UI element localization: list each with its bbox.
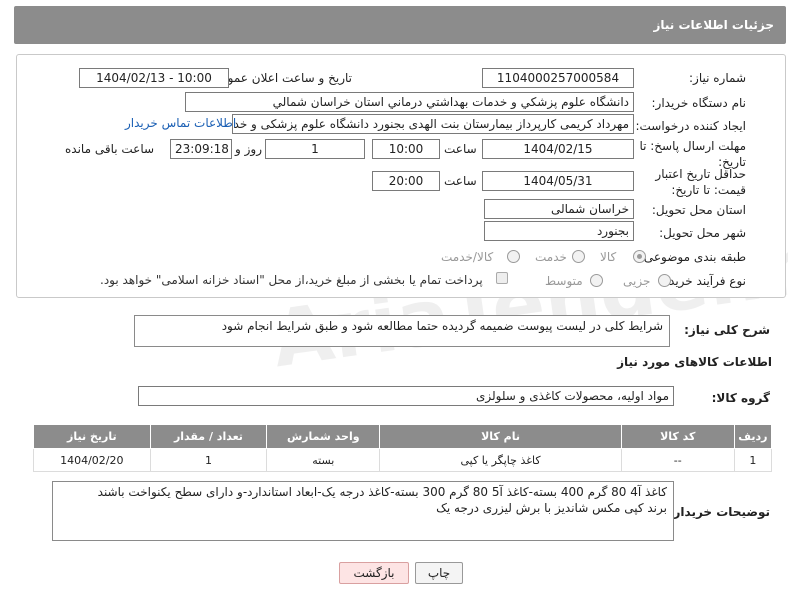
col-row: ردیف	[733, 424, 773, 449]
col-name: نام کالا	[379, 424, 622, 449]
buyer-contact-link[interactable]: اطلاعات تماس خریدار	[125, 116, 236, 130]
creator-field[interactable]: مهرداد کریمی کارپرداز بیمارستان بنت الهد…	[232, 114, 634, 134]
category-radio-goods[interactable]	[633, 250, 646, 263]
cell-quantity: 1	[149, 448, 268, 472]
col-quantity: تعداد / مقدار	[149, 424, 268, 449]
reply-time-field[interactable]: 10:00	[372, 139, 440, 159]
province-field[interactable]: خراسان شمالی	[484, 199, 634, 219]
print-button[interactable]: چاپ	[415, 562, 463, 584]
buyer-notes-line-2: برند کپی مکس شاندیز با برش لیزری درجه یک	[436, 501, 667, 515]
col-unit: واحد شمارش	[266, 424, 381, 449]
group-label: گروه کالا:	[711, 391, 770, 405]
header-bar: جزئیات اطلاعات نیاز	[14, 6, 786, 44]
back-button[interactable]: بازگشت	[339, 562, 409, 584]
buyer-org-field[interactable]: دانشگاه علوم پزشكي و خدمات بهداشتي درمان…	[185, 92, 634, 112]
announce-field[interactable]: 1404/02/13 - 10:00	[79, 68, 229, 88]
buyer-notes-text[interactable]: کاغذ آ4 80 گرم 400 بسته-کاغذ آ5 80 گرم 3…	[52, 481, 674, 541]
description-text[interactable]: شرایط کلی در لیست پیوست ضمیمه گردیده حتم…	[134, 315, 670, 347]
items-table: ردیف کد کالا نام کالا واحد شمارش تعداد /…	[33, 424, 773, 472]
payment-note: پرداخت تمام یا بخشی از مبلغ خرید،از محل …	[100, 273, 483, 287]
group-field[interactable]: مواد اولیه، محصولات کاغذی و سلولزی	[138, 386, 674, 406]
price-validity-label: حداقل تاریخ اعتبار قیمت: تا تاریخ:	[655, 167, 746, 197]
page-title: جزئیات اطلاعات نیاز	[653, 18, 774, 32]
cell-name: کاغذ چاپگر یا کپی	[379, 448, 622, 472]
buyer-notes-line-1: کاغذ آ4 80 گرم 400 بسته-کاغذ آ5 80 گرم 3…	[97, 485, 667, 499]
need-number-field[interactable]: 1104000257000584	[482, 68, 634, 88]
col-need-date: تاریخ نیاز	[33, 424, 151, 449]
items-table-header: ردیف کد کالا نام کالا واحد شمارش تعداد /…	[33, 424, 773, 449]
treasury-payment-checkbox[interactable]	[496, 272, 508, 284]
price-time-label: ساعت	[444, 174, 477, 188]
category-option-goods: کالا	[600, 250, 617, 264]
process-label: نوع فرآیند خرید :	[661, 274, 746, 288]
category-option-service: خدمت	[535, 250, 567, 264]
process-option-minor: جزیی	[623, 274, 651, 288]
cell-unit: بسته	[266, 448, 381, 472]
city-field[interactable]: بجنورد	[484, 221, 634, 241]
cell-need-date: 1404/02/20	[33, 448, 151, 472]
province-label: استان محل تحویل:	[651, 203, 746, 217]
remaining-field[interactable]: 23:09:18	[170, 139, 232, 159]
category-option-goods-service: کالا/خدمت	[441, 250, 494, 264]
days-field[interactable]: 1	[265, 139, 365, 159]
cell-row: 1	[733, 448, 773, 472]
category-radio-goods-service[interactable]	[507, 250, 520, 263]
process-radio-medium[interactable]	[590, 274, 603, 287]
description-label: شرح کلی نیاز:	[684, 323, 770, 337]
price-time-field[interactable]: 20:00	[372, 171, 440, 191]
need-number-label: شماره نیاز:	[689, 71, 746, 85]
process-option-medium: متوسط	[545, 274, 583, 288]
price-date-field[interactable]: 1404/05/31	[482, 171, 634, 191]
col-code: کد کالا	[620, 424, 735, 449]
creator-label: ایجاد کننده درخواست:	[635, 119, 746, 133]
remaining-label: ساعت باقی مانده	[65, 142, 155, 156]
reply-time-label: ساعت	[444, 142, 477, 156]
table-row[interactable]: 1 -- کاغذ چاپگر یا کپی بسته 1 1404/02/20	[33, 448, 773, 472]
city-label: شهر محل تحویل:	[659, 226, 746, 240]
buyer-org-label: نام دستگاه خریدار:	[651, 96, 747, 110]
buyer-notes-label: توضیحات خریدار:	[668, 505, 770, 519]
cell-code: --	[620, 448, 735, 472]
process-radio-minor[interactable]	[658, 274, 671, 287]
category-radio-service[interactable]	[572, 250, 585, 263]
days-label: روز و	[235, 142, 262, 156]
items-section-title: اطلاعات کالاهای مورد نیاز	[617, 355, 772, 369]
reply-date-field[interactable]: 1404/02/15	[482, 139, 634, 159]
category-label: طبقه بندی موضوعی:	[639, 250, 746, 264]
